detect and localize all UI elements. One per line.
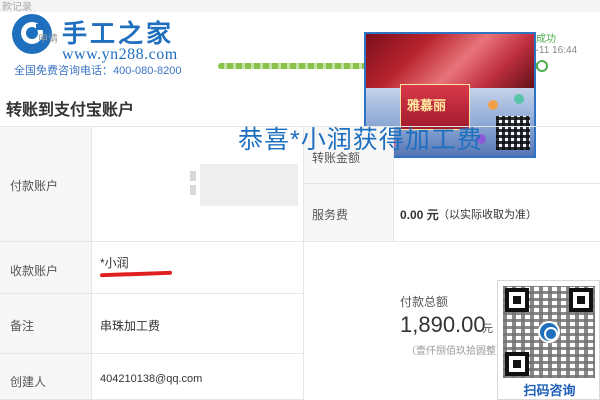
status-time: 7-11 16:44 bbox=[530, 45, 578, 56]
creator-label: 创建人 bbox=[10, 375, 47, 389]
payer-label: 付款账户 bbox=[10, 179, 59, 193]
qr-code-icon bbox=[503, 286, 595, 378]
payer-label-cell: 付款账户 bbox=[0, 127, 92, 242]
fee-value-cell: 0.00 元 （以实际收取为准） bbox=[394, 184, 600, 242]
total-unit: 元 bbox=[482, 323, 493, 335]
congrats-caption: 恭喜*小润获得加工费 bbox=[238, 126, 483, 154]
total-amount-words: （壹仟捌佰玖拾圆整） bbox=[406, 346, 506, 357]
scan-consult-button[interactable]: 扫码咨询 bbox=[498, 381, 600, 400]
payer-redacted bbox=[200, 164, 298, 206]
hotline-text: 全国免费咨询电话：400-080-8200 bbox=[14, 65, 182, 77]
remark-value-cell: 串珠加工费 bbox=[92, 294, 304, 354]
remark-label: 备注 bbox=[10, 319, 35, 333]
remark-label-cell: 备注 bbox=[0, 294, 92, 354]
page-title: 转账到支付宝账户 bbox=[6, 102, 135, 119]
faded-step-label: 申请 bbox=[38, 34, 58, 45]
remark-value: 串珠加工费 bbox=[100, 319, 161, 333]
payee-name: *小润 bbox=[100, 256, 129, 270]
fee-note: （以实际收取为准） bbox=[438, 209, 537, 221]
payee-value-cell: *小润 bbox=[92, 242, 304, 294]
qr-logo-icon bbox=[538, 321, 560, 343]
progress-end-dot bbox=[536, 60, 548, 72]
total-amount: 1,890.00 bbox=[400, 312, 486, 337]
qr-consult-panel[interactable]: 扫码咨询 bbox=[497, 280, 600, 400]
creator-label-cell: 创建人 bbox=[0, 354, 92, 400]
fee-value: 0.00 元 bbox=[400, 208, 439, 222]
payee-label-cell: 收款账户 bbox=[0, 242, 92, 294]
fee-label-cell: 服务费 bbox=[304, 184, 394, 242]
fee-label: 服务费 bbox=[312, 208, 349, 222]
creator-value-cell: 404210138@qq.com bbox=[92, 354, 304, 400]
total-label: 付款总额 bbox=[400, 295, 449, 309]
payee-label: 收款账户 bbox=[10, 264, 59, 278]
creator-value: 404210138@qq.com bbox=[100, 373, 203, 385]
ad-brand-text: 雅慕丽 bbox=[407, 99, 447, 114]
rose-petals-graphic bbox=[366, 34, 534, 90]
status-success: 成功 bbox=[536, 34, 556, 45]
logo-title: 手工之家 bbox=[62, 19, 175, 48]
